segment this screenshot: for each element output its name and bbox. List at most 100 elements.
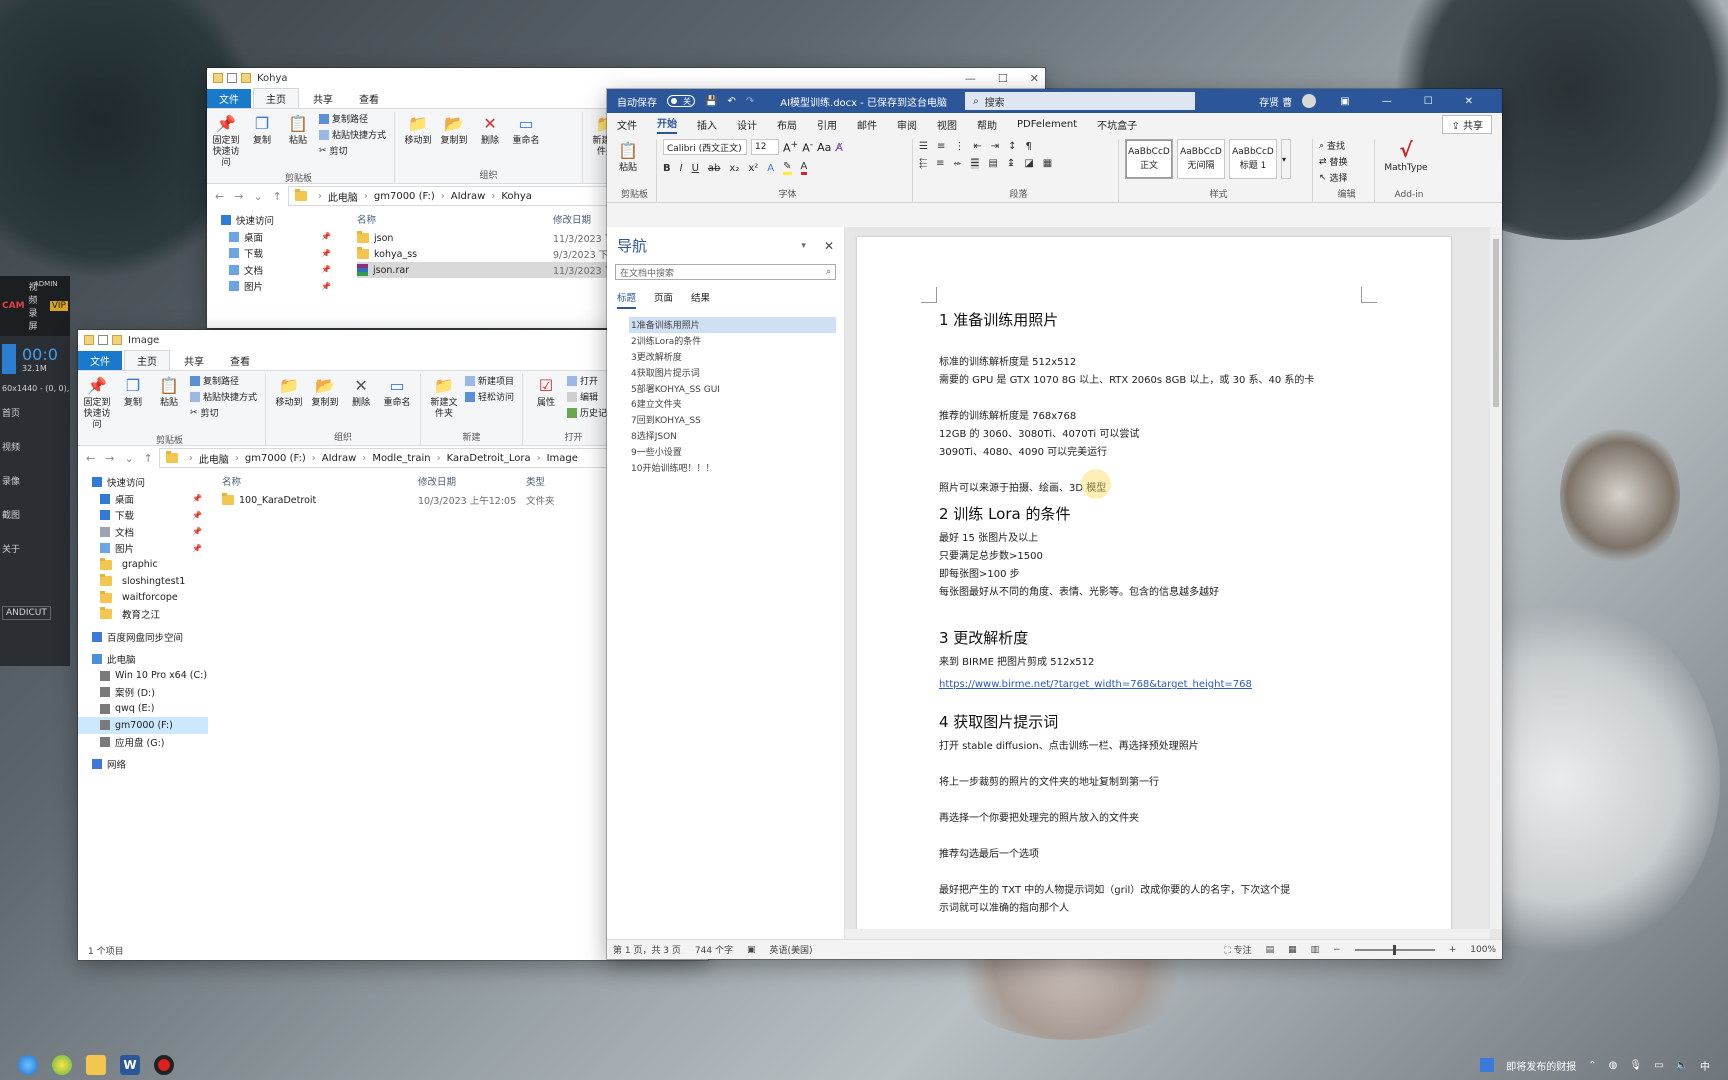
find-button[interactable]: ⌕ 查找 [1319, 139, 1368, 153]
close-icon[interactable]: ✕ [1030, 72, 1039, 85]
column-header-date[interactable]: 修改日期 [553, 212, 591, 226]
word-tab[interactable]: 不坑盒子 [1097, 117, 1137, 132]
word-tab[interactable]: 视图 [937, 117, 957, 132]
record-dropdown[interactable] [2, 344, 16, 374]
read-mode-icon[interactable]: ▤ [1266, 945, 1275, 955]
word-search-box[interactable]: ⌕ 搜索 [965, 92, 1196, 110]
chevron-down-icon[interactable]: ▾ [801, 241, 806, 251]
nav-search-input[interactable]: 在文档中搜索 ⌕ [615, 264, 836, 280]
column-header-date[interactable]: 修改日期 [418, 474, 526, 488]
focus-button[interactable]: ⛶ 专注 [1224, 943, 1251, 956]
ribbon-tab[interactable]: 共享 [301, 89, 345, 108]
close-icon[interactable]: ✕ [1465, 96, 1473, 107]
align-right-icon[interactable]: ⬰ [954, 158, 962, 169]
nav-heading-item[interactable]: 4获取图片提示词 [629, 364, 836, 380]
web-layout-icon[interactable]: ▥ [1311, 945, 1320, 955]
nav-item[interactable]: 网络 [78, 756, 208, 773]
word-tab[interactable]: 帮助 [977, 117, 997, 132]
pin-icon[interactable]: 📌 [192, 511, 202, 520]
maximize-icon[interactable]: ☐ [998, 72, 1008, 85]
move-to-button[interactable]: 📁 移动到 [274, 374, 304, 409]
paste-shortcut-button[interactable]: 粘贴快捷方式 [190, 390, 257, 403]
word-tab[interactable]: 布局 [777, 117, 797, 132]
recorder-menu-item[interactable]: 关于 [0, 531, 70, 565]
underline-icon[interactable]: U [692, 163, 699, 174]
nav-item[interactable]: Win 10 Pro x64 (C:) [78, 668, 208, 685]
subscript-icon[interactable]: x₂ [729, 163, 739, 174]
nav-item[interactable]: 桌面 📌 [207, 229, 337, 246]
nav-heading-item[interactable]: 5部署KOHYA_SS GUI [629, 380, 836, 396]
shading-icon[interactable]: ◪ [1024, 158, 1033, 169]
style-no-spacing[interactable]: AaBbCcD 无间隔 [1177, 139, 1225, 179]
display-icon[interactable]: ▭ [1654, 1060, 1663, 1071]
paste-button[interactable]: 📋 粘贴 [613, 139, 643, 174]
align-left-icon[interactable]: ⬱ [919, 158, 927, 169]
rename-button[interactable]: ▭ 重命名 [382, 374, 412, 409]
delete-button[interactable]: ✕ 删除 [346, 374, 376, 409]
increase-indent-icon[interactable]: ⇥ [991, 141, 999, 152]
superscript-icon[interactable]: x² [748, 163, 758, 174]
copy-to-button[interactable]: 📂 复制到 [310, 374, 340, 409]
ribbon-tab[interactable]: 主页 [253, 88, 299, 108]
word-tab[interactable]: 文件 [617, 117, 637, 132]
show-marks-icon[interactable]: ¶ [1026, 141, 1032, 152]
save-icon[interactable]: 💾 [705, 96, 717, 107]
sort-icon[interactable]: ↕ [1008, 141, 1016, 152]
shrink-font-icon[interactable]: A- [802, 139, 813, 155]
horizontal-scrollbar[interactable] [845, 929, 1490, 939]
align-center-icon[interactable]: ≡ [936, 158, 944, 169]
bullets-icon[interactable]: ☰ [919, 141, 928, 152]
pin-icon[interactable]: 📌 [321, 282, 331, 291]
nav-item[interactable]: gm7000 (F:) [78, 717, 208, 734]
maximize-icon[interactable]: ☐ [1424, 96, 1433, 107]
justify-icon[interactable]: ☰ [970, 158, 980, 169]
new-item-button[interactable]: 新建项目 [465, 374, 514, 387]
nav-item[interactable]: 桌面 📌 [78, 491, 208, 508]
back-arrow-icon[interactable]: ← [86, 452, 95, 465]
recorder-menu-item[interactable]: 视频 [0, 429, 70, 463]
ribbon-tab[interactable]: 查看 [347, 89, 391, 108]
minimize-icon[interactable]: — [1382, 96, 1392, 107]
nav-heading-item[interactable]: 8选择JSON [629, 428, 836, 444]
font-name-select[interactable]: Calibri (西文正文) [663, 139, 747, 155]
nav-item[interactable]: 图片 📌 [207, 278, 337, 295]
breadcrumb-item[interactable]: KaraDetroit_Lora [447, 453, 531, 464]
style-heading-1[interactable]: AaBbCcD 标题 1 [1229, 139, 1277, 179]
avatar[interactable] [1302, 94, 1317, 108]
nav-pane-tab[interactable]: 结果 [691, 290, 710, 309]
autosave-toggle[interactable]: 关 [667, 95, 695, 107]
style-normal[interactable]: AaBbCcD 正文 [1125, 139, 1173, 179]
borders-icon[interactable]: ▦ [1043, 158, 1052, 169]
delete-button[interactable]: ✕ 删除 [475, 112, 505, 147]
vertical-scrollbar[interactable] [1490, 227, 1502, 929]
numbering-icon[interactable]: ≡ [937, 141, 945, 152]
nav-item[interactable]: 下载 📌 [78, 507, 208, 524]
up-arrow-icon[interactable]: ↑ [273, 190, 282, 203]
word-tab[interactable]: 插入 [697, 117, 717, 132]
recorder-menu-item[interactable]: 截图 [0, 497, 70, 531]
pin-icon[interactable]: 📌 [192, 527, 202, 536]
properties-button[interactable]: ☑ 属性 [531, 374, 561, 409]
text-effects-icon[interactable]: A [767, 163, 774, 174]
copy-button[interactable]: ❐ 复制 [118, 374, 148, 409]
pin-button[interactable]: 📌 固定到快速访问 [211, 112, 241, 169]
breadcrumb-item[interactable]: Kohya [501, 191, 532, 202]
rename-button[interactable]: ▭ 重命名 [511, 112, 541, 147]
nav-item[interactable]: 应用盘 (G:) [78, 734, 208, 751]
column-header-type[interactable]: 类型 [526, 474, 545, 488]
paste-shortcut-button[interactable]: 粘贴快捷方式 [319, 128, 386, 141]
breadcrumb-item[interactable]: Modle_train [372, 453, 430, 464]
nav-item[interactable]: 快速访问 [207, 212, 337, 229]
nav-pane-tab[interactable]: 页面 [654, 290, 673, 309]
nav-item[interactable]: 百度网盘同步空间 [78, 629, 208, 646]
word-tab[interactable]: 审阅 [897, 117, 917, 132]
zoom-out-icon[interactable]: − [1333, 945, 1341, 955]
pin-icon[interactable]: 📌 [192, 544, 202, 553]
print-layout-icon[interactable]: ▦ [1288, 945, 1297, 955]
nav-item[interactable]: waitforcope [78, 590, 208, 607]
redo-icon[interactable]: ↷ [746, 96, 754, 107]
ribbon-display-icon[interactable]: ▣ [1340, 96, 1349, 107]
breadcrumb-item[interactable]: gm7000 (F:) [245, 453, 306, 464]
breadcrumb-item[interactable]: Image [547, 453, 578, 464]
decrease-indent-icon[interactable]: ⇤ [973, 141, 981, 152]
